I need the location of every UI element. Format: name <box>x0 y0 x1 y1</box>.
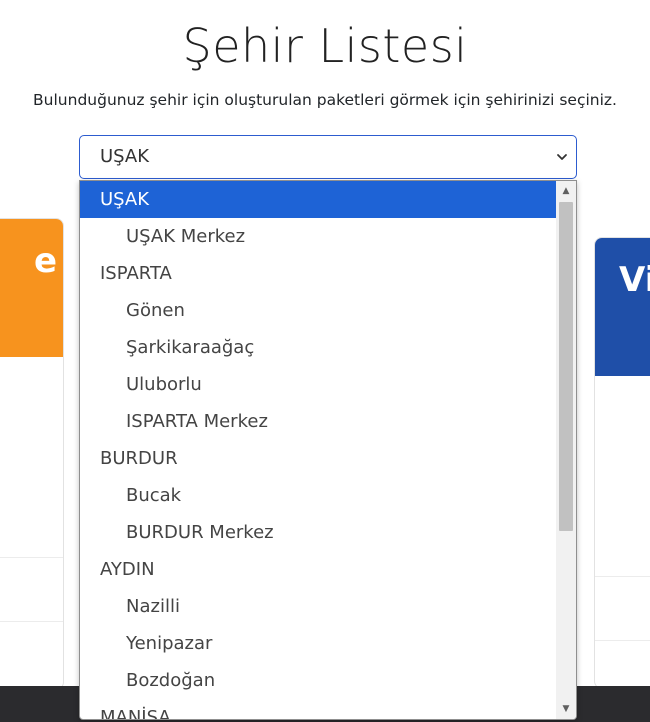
city-dropdown-list[interactable]: UŞAK UŞAK Merkez ISPARTA Gönen Şarkikaraağaç… <box>79 180 577 720</box>
page-title: Şehir Listesi <box>182 19 468 73</box>
city-options: UŞAK UŞAK Merkez ISPARTA Gönen Şarkikaraağaç… <box>80 181 557 719</box>
scroll-up-icon[interactable]: ▲ <box>556 181 576 201</box>
dropdown-option[interactable]: Şarkikaraağaç <box>80 329 557 366</box>
dropdown-option-group[interactable]: UŞAK <box>80 181 557 218</box>
package-card-left-header: e <box>0 219 63 357</box>
package-card-right-header: Vi <box>595 238 650 376</box>
dropdown-option-group[interactable]: BURDUR <box>80 440 557 477</box>
dropdown-option[interactable]: UŞAK Merkez <box>80 218 557 255</box>
scroll-down-icon[interactable]: ▼ <box>556 699 576 719</box>
dropdown-option[interactable]: BURDUR Merkez <box>80 514 557 551</box>
page-subtitle: Bulunduğunuz şehir için oluşturulan pake… <box>33 91 617 109</box>
city-select-value: UŞAK <box>100 146 150 167</box>
dropdown-option[interactable]: Bozdoğan <box>80 662 557 699</box>
divider <box>0 557 63 558</box>
dropdown-option[interactable]: Uluborlu <box>80 366 557 403</box>
divider <box>0 621 63 622</box>
dropdown-option-group[interactable]: MANİSA <box>80 699 557 719</box>
divider <box>595 576 650 577</box>
city-select[interactable]: UŞAK <box>79 135 577 179</box>
dropdown-option[interactable]: ISPARTA Merkez <box>80 403 557 440</box>
divider <box>595 640 650 641</box>
dropdown-option[interactable]: Yenipazar <box>80 625 557 662</box>
dropdown-option[interactable]: Nazilli <box>80 588 557 625</box>
dropdown-option[interactable]: Gönen <box>80 292 557 329</box>
package-card-right[interactable]: Vi <box>594 237 650 689</box>
chevron-down-icon <box>557 154 567 160</box>
dropdown-option[interactable]: Bucak <box>80 477 557 514</box>
dropdown-scrollbar[interactable]: ▲ ▼ <box>556 181 576 719</box>
dropdown-option-group[interactable]: ISPARTA <box>80 255 557 292</box>
dropdown-option-group[interactable]: AYDIN <box>80 551 557 588</box>
scrollbar-thumb[interactable] <box>559 202 573 531</box>
package-card-left[interactable]: e <box>0 218 64 690</box>
